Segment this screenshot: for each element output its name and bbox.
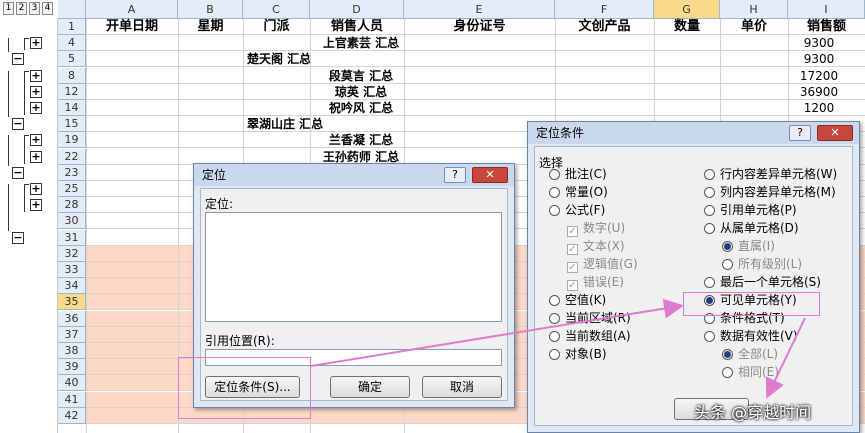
annotation-arrows: [310, 298, 806, 399]
arrow-to-ok-button: [765, 317, 806, 399]
arrow-to-visible-cells: [310, 298, 684, 367]
watermark: 头条 @穿越时间: [694, 403, 812, 422]
